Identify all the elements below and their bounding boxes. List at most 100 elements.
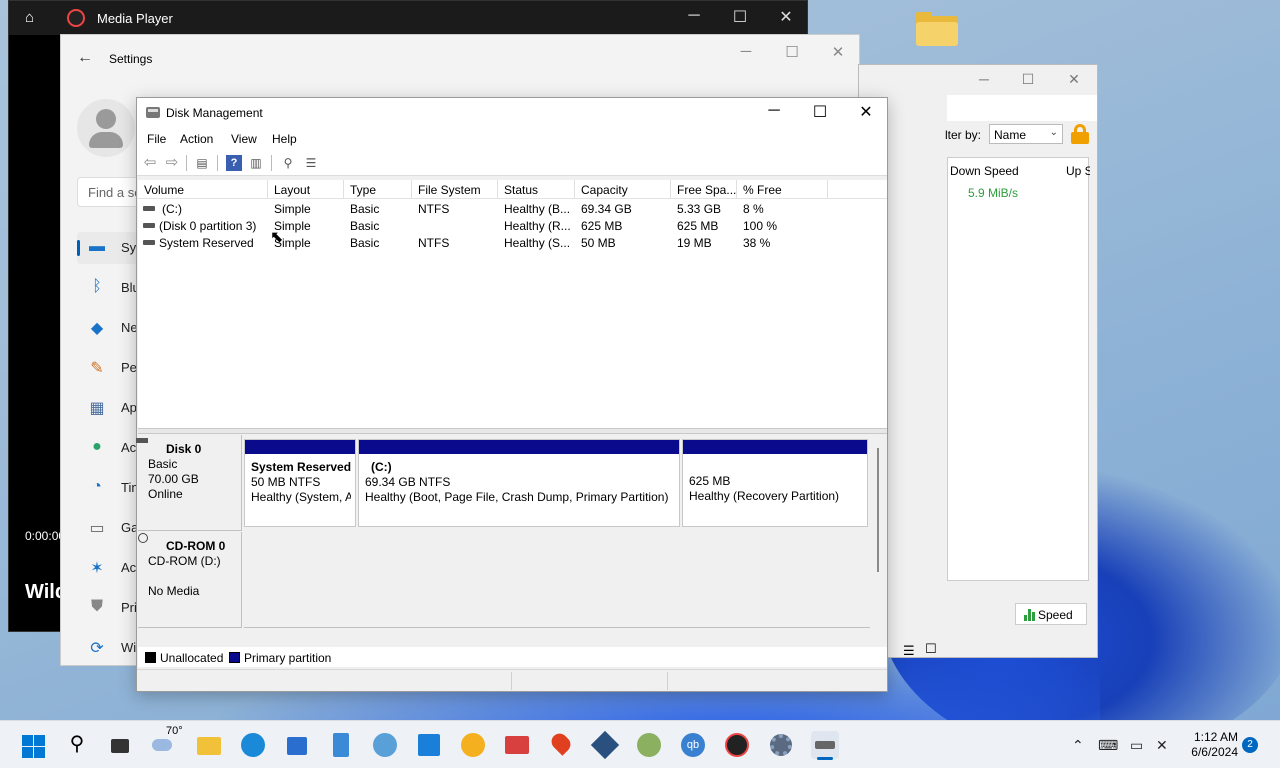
col-status[interactable]: Status	[498, 180, 575, 199]
map-pin-icon[interactable]	[547, 730, 575, 759]
partition-c[interactable]: (C:) 69.34 GB NTFS Healthy (Boot, Page F…	[358, 439, 680, 527]
window-view-icon[interactable]: ☐	[925, 641, 937, 657]
notification-badge[interactable]: 2	[1242, 737, 1258, 753]
back-icon[interactable]: ⇦	[142, 155, 158, 171]
keyboard-icon[interactable]: ⌨	[1098, 737, 1118, 754]
dm-maximize-icon[interactable]: ☐	[797, 102, 843, 122]
maximize-icon[interactable]: ☐	[717, 7, 763, 27]
filter-select[interactable]: Name ⌄	[989, 124, 1063, 144]
torrent-close-icon[interactable]: ✕	[1051, 71, 1097, 88]
pane-splitter[interactable]	[138, 428, 887, 434]
table-row[interactable]: (C:) Simple Basic NTFS Healthy (B... 69.…	[138, 200, 887, 217]
properties-icon[interactable]: ▥	[248, 155, 264, 171]
col-filesystem[interactable]: File System	[412, 180, 498, 199]
disk-management-taskbar-icon[interactable]	[811, 731, 839, 760]
settings-nav-accessibility[interactable]: ✶ Accessibility	[77, 552, 137, 584]
dm-close-icon[interactable]: ✕	[843, 102, 889, 122]
settings-close-icon[interactable]: ✕	[815, 43, 861, 61]
weather-icon[interactable]: 70°	[152, 725, 183, 759]
col-volume[interactable]: Volume	[138, 180, 268, 199]
settings-nav-privacy[interactable]: ⛊ Privacy & security	[77, 592, 137, 624]
table-row[interactable]: System Reserved Simple Basic NTFS Health…	[138, 234, 887, 251]
settings-nav-bluetooth[interactable]: ᛒ Bluetooth & devices	[77, 272, 137, 304]
network-icon[interactable]: ▭	[1130, 737, 1143, 754]
start-icon[interactable]	[20, 731, 48, 759]
calendar-icon[interactable]	[415, 731, 443, 759]
connect-icon[interactable]: ⚲	[280, 155, 296, 171]
nav-label: System	[121, 240, 137, 255]
forward-icon[interactable]: ⇨	[164, 155, 180, 171]
search-icon[interactable]: ⚲	[63, 731, 91, 759]
avatar[interactable]	[77, 99, 135, 157]
media-player-titlebar: ⌂ Media Player ─ ☐ ✕	[9, 1, 807, 35]
col-layout[interactable]: Layout	[268, 180, 344, 199]
legend-primary-swatch	[229, 652, 240, 663]
torrent-maximize-icon[interactable]: ☐	[1005, 71, 1051, 88]
partition-system-reserved[interactable]: System Reserved 50 MB NTFS Healthy (Syst…	[244, 439, 356, 527]
task-view-icon[interactable]	[107, 731, 135, 759]
update-icon: ⟳	[90, 640, 104, 657]
file-explorer-icon[interactable]	[195, 731, 223, 759]
menu-action[interactable]: Action	[180, 132, 213, 146]
settings-nav-network[interactable]: ◆ Network & internet	[77, 312, 137, 344]
col-down-speed[interactable]: Down Speed	[950, 164, 1019, 178]
back-arrow-icon[interactable]: ←	[77, 49, 93, 67]
apps-icon: ▦	[89, 400, 105, 417]
minimize-icon[interactable]: ─	[671, 7, 717, 25]
settings-nav-accounts[interactable]: ● Accounts	[77, 432, 137, 464]
dm-minimize-icon[interactable]: ─	[751, 102, 797, 120]
home-icon[interactable]: ⌂	[25, 9, 34, 26]
settings-nav-system[interactable]: ▬ System	[77, 232, 137, 264]
notepad-icon[interactable]	[327, 731, 355, 759]
network-tool-icon[interactable]	[371, 731, 399, 759]
col-percent-free[interactable]: % Free	[737, 180, 828, 199]
menu-view[interactable]: View	[231, 132, 257, 146]
lock-icon[interactable]	[1071, 124, 1089, 144]
presentation-icon[interactable]	[503, 731, 531, 759]
volume-list[interactable]: Volume Layout Type File System Status Ca…	[138, 180, 887, 428]
settings-nav-apps[interactable]: ▦ Apps	[77, 392, 137, 424]
show-hide-tree-icon[interactable]: ▤	[194, 155, 210, 171]
chevron-up-icon[interactable]: ⌃	[1072, 737, 1084, 754]
menu-help[interactable]: Help	[272, 132, 297, 146]
col-free-space[interactable]: Free Spa...	[671, 180, 737, 199]
speed-button[interactable]: Speed	[1015, 603, 1087, 625]
col-type[interactable]: Type	[344, 180, 412, 199]
torrent-minimize-icon[interactable]: ─	[961, 71, 1007, 87]
settings-minimize-icon[interactable]: ─	[723, 43, 769, 60]
edge-icon[interactable]	[239, 731, 267, 759]
settings-gear-icon[interactable]	[767, 731, 795, 759]
partition-recovery[interactable]: 625 MB Healthy (Recovery Partition)	[682, 439, 868, 527]
list-view-icon[interactable]: ☰	[903, 643, 915, 659]
settings-nav-personalization[interactable]: ✎ Personalization	[77, 352, 137, 384]
media-player-icon[interactable]	[723, 731, 751, 759]
desktop-folder-icon[interactable]	[916, 12, 958, 46]
chrome-icon[interactable]	[635, 731, 663, 759]
col-up-speed[interactable]: Up S	[1066, 164, 1090, 178]
disk0-label[interactable]: Disk 0 Basic 70.00 GB Online	[136, 435, 242, 531]
settings-maximize-icon[interactable]: ☐	[769, 43, 815, 61]
settings-list-icon[interactable]: ☰	[303, 155, 319, 171]
settings-nav-gaming[interactable]: ▭ Gaming	[77, 512, 137, 544]
clock[interactable]: 1:12 AM 6/6/2024	[1191, 730, 1238, 760]
cdrom0-drive: CD-ROM (D:)	[148, 554, 221, 568]
help-icon[interactable]: ?	[226, 155, 242, 171]
store-icon[interactable]	[283, 731, 311, 759]
qbittorrent-icon[interactable]: qb	[679, 731, 707, 759]
menu-file[interactable]: File	[147, 132, 166, 146]
taskbar: ⚲ 70° qb ⌃ ⌨ ▭ ✕ 1:12 AM 6/6/2024 2	[0, 720, 1280, 768]
browser-icon[interactable]	[459, 731, 487, 759]
graph-scrollbar[interactable]	[873, 448, 883, 638]
legend-primary: Primary partition	[244, 651, 332, 665]
torrent-list[interactable]: Down Speed Up S 5.9 MiB/s	[947, 157, 1090, 581]
close-icon[interactable]: ✕	[763, 7, 809, 27]
col-capacity[interactable]: Capacity	[575, 180, 671, 199]
settings-nav-update[interactable]: ⟳ Windows Update	[77, 632, 137, 664]
virtualbox-icon[interactable]	[590, 730, 620, 760]
settings-nav-time[interactable]: ◔ Time & language	[77, 472, 137, 504]
cdrom0-media: No Media	[148, 584, 200, 598]
cell-layout: Simple	[274, 202, 311, 216]
table-row[interactable]: (Disk 0 partition 3) Simple Basic Health…	[138, 217, 887, 234]
cdrom0-label[interactable]: CD-ROM 0 CD-ROM (D:) No Media	[138, 532, 242, 628]
volume-muted-icon[interactable]: ✕	[1156, 737, 1168, 754]
